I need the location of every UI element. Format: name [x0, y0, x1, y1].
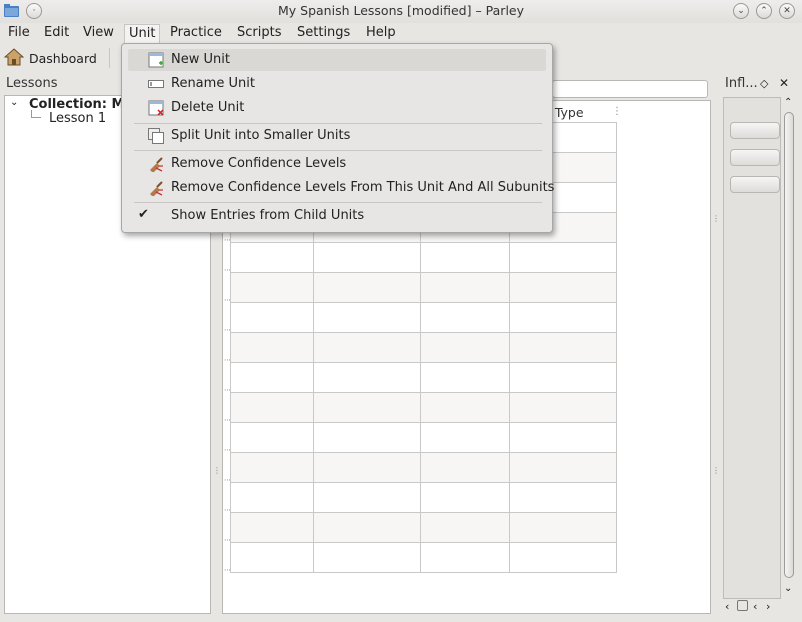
menu-item-new-unit[interactable]: New Unit	[128, 49, 546, 71]
row-drag-handle[interactable]: ⋯	[224, 536, 231, 544]
tree-branch-line	[31, 110, 41, 118]
window-title: My Spanish Lessons [modified] – Parley	[277, 3, 525, 18]
inflection-panel-title: Infl...	[725, 76, 758, 91]
menu-scripts[interactable]: Scripts	[233, 24, 285, 43]
inflection-button-1[interactable]	[730, 122, 780, 139]
search-input[interactable]	[552, 80, 708, 98]
table-row[interactable]	[230, 392, 617, 422]
dashboard-button[interactable]: Dashboard	[3, 46, 97, 70]
menu-item-delete-unit[interactable]: Delete Unit	[128, 97, 546, 119]
scroll-position-box[interactable]	[737, 600, 748, 611]
menu-item-remove-confidence-subunits[interactable]: Remove Confidence Levels From This Unit …	[128, 177, 554, 199]
splitter-handle-icon[interactable]: ⋮	[712, 214, 720, 223]
column-resize-handle[interactable]: ⋮	[612, 106, 622, 117]
new-unit-icon	[148, 52, 164, 68]
row-drag-handle[interactable]: ⋯	[224, 236, 231, 244]
toolbar-separator	[109, 48, 110, 68]
row-drag-handle[interactable]: ⋯	[224, 446, 231, 454]
tree-item-lesson[interactable]: Lesson 1	[49, 111, 106, 126]
check-icon: ✔	[138, 207, 149, 222]
vertical-scrollbar[interactable]: ⌃ ⌄	[781, 97, 797, 599]
house-icon	[3, 47, 25, 70]
table-row[interactable]	[230, 422, 617, 452]
table-row[interactable]	[230, 482, 617, 512]
splitter-handle-icon[interactable]: ⋮	[712, 466, 720, 475]
table-row[interactable]	[230, 242, 617, 272]
table-column-line	[616, 122, 617, 572]
row-drag-handle[interactable]: ⋯	[224, 416, 231, 424]
maximize-icon[interactable]: ⌃	[756, 3, 772, 19]
inflection-button-2[interactable]	[730, 149, 780, 166]
table-row[interactable]	[230, 452, 617, 482]
table-bottom-border	[230, 572, 617, 573]
menu-file[interactable]: File	[4, 24, 34, 43]
unit-menu-popup: New Unit Rename Unit Delete Unit Split U…	[121, 43, 554, 233]
menu-item-split-unit[interactable]: Split Unit into Smaller Units	[128, 125, 546, 147]
row-drag-handle[interactable]: ⋯	[224, 266, 231, 274]
scroll-down-icon[interactable]: ⌄	[784, 583, 792, 594]
title-bar: · My Spanish Lessons [modified] – Parley…	[0, 0, 802, 23]
row-drag-handle[interactable]: ⋯	[224, 356, 231, 364]
table-row[interactable]	[230, 332, 617, 362]
rename-icon	[148, 76, 164, 92]
delete-unit-icon	[148, 100, 164, 116]
row-drag-handle[interactable]: ⋯	[224, 296, 231, 304]
scroll-prev-icon[interactable]: ‹	[753, 600, 757, 613]
lessons-panel-title: Lessons	[6, 76, 58, 91]
tree-item-collection[interactable]: Collection: My	[29, 97, 133, 112]
splitter-handle-icon[interactable]: ⋮	[213, 466, 221, 475]
split-icon	[148, 128, 164, 144]
menu-edit[interactable]: Edit	[40, 24, 73, 43]
inflection-button-3[interactable]	[730, 176, 780, 193]
menu-item-remove-confidence[interactable]: Remove Confidence Levels	[128, 153, 546, 175]
broom-icon	[148, 156, 164, 173]
menu-unit[interactable]: Unit	[124, 24, 161, 43]
row-drag-handle[interactable]: ⋯	[224, 476, 231, 484]
float-panel-icon[interactable]: ◇	[760, 77, 768, 90]
table-row[interactable]	[230, 512, 617, 542]
table-row[interactable]	[230, 272, 617, 302]
menu-separator	[134, 150, 542, 151]
scroll-left-icon[interactable]: ‹	[725, 600, 729, 613]
row-drag-handle[interactable]: ⋯	[224, 326, 231, 334]
row-drag-handle[interactable]: ⋯	[224, 386, 231, 394]
menu-help[interactable]: Help	[362, 24, 400, 43]
menu-item-show-child-entries[interactable]: ✔ Show Entries from Child Units	[128, 205, 546, 227]
minimize-icon[interactable]: ⌄	[733, 3, 749, 19]
scroll-next-icon[interactable]: ›	[766, 600, 770, 613]
inflection-panel	[723, 97, 781, 599]
menu-practice[interactable]: Practice	[166, 24, 226, 43]
table-row[interactable]	[230, 302, 617, 332]
menu-separator	[134, 123, 542, 124]
row-drag-handle[interactable]: ⋯	[224, 566, 231, 574]
dashboard-label: Dashboard	[29, 50, 97, 66]
menu-view[interactable]: View	[79, 24, 118, 43]
table-row[interactable]	[230, 362, 617, 392]
close-window-icon[interactable]: ✕	[779, 3, 795, 19]
menu-separator	[134, 202, 542, 203]
scroll-up-icon[interactable]: ⌃	[784, 97, 792, 108]
table-row[interactable]	[230, 542, 617, 572]
scroll-thumb[interactable]	[784, 112, 794, 578]
menu-bar: File Edit View Unit Practice Scripts Set…	[0, 22, 802, 43]
row-drag-handle[interactable]: ⋯	[224, 506, 231, 514]
broom-icon	[148, 180, 164, 197]
close-panel-icon[interactable]: ✕	[779, 76, 789, 90]
collapse-arrow-icon[interactable]: ⌄	[10, 97, 18, 108]
menu-settings[interactable]: Settings	[293, 24, 354, 43]
menu-item-rename-unit[interactable]: Rename Unit	[128, 73, 546, 95]
